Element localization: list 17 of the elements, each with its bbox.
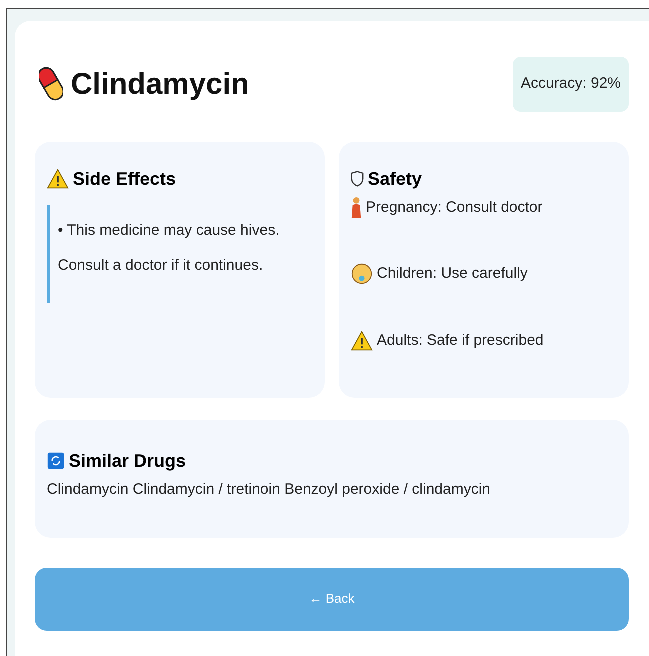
warning-icon	[351, 330, 373, 352]
section-title: Side Effects	[73, 168, 176, 190]
warning-icon	[47, 168, 69, 190]
safety-text: Pregnancy: Consult doctor	[366, 198, 543, 218]
drug-name: Clindamycin	[71, 66, 250, 103]
section-title: Similar Drugs	[69, 450, 186, 473]
similar-drugs-text: Clindamycin Clindamycin / tretinoin Benzoyl peroxide / clindamycin	[47, 480, 492, 500]
section-title: Safety	[368, 168, 422, 191]
safety-text: Adults: Safe if prescribed	[377, 330, 544, 350]
pregnant-person-icon	[351, 196, 362, 219]
side-effect-text: • This medicine may cause hives. Consult a doctor if it continues.	[58, 220, 281, 276]
shield-icon	[351, 171, 364, 187]
back-button[interactable]: ← Back	[35, 568, 629, 630]
accuracy-badge: Accuracy: 92%	[512, 57, 629, 112]
safety-text: Children: Use carefully	[377, 264, 528, 284]
baby-icon	[351, 263, 373, 286]
refresh-icon	[47, 451, 65, 471]
